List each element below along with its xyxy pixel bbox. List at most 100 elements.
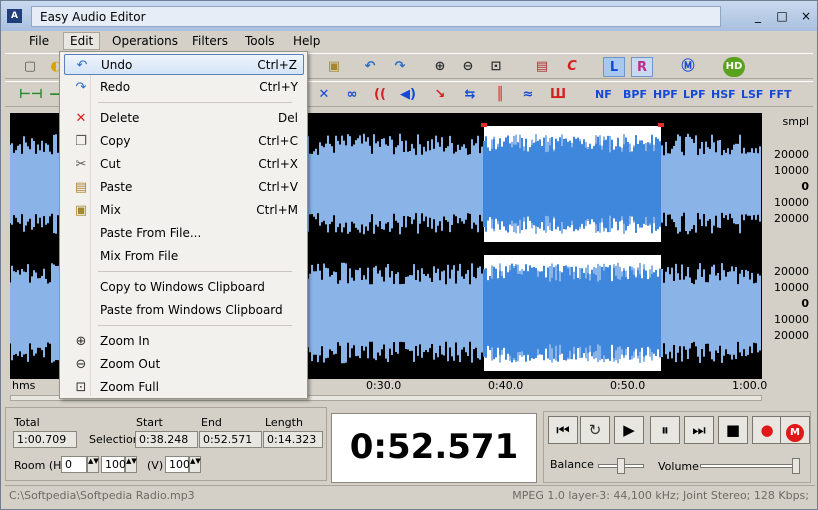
transport-panel: ⏮ ↻ ▶ ⏸ ⏭ ■ ● M Balance Volume — [543, 411, 811, 483]
room-h-end-spinner[interactable]: ▲▼ — [125, 456, 137, 473]
undo-icon: ↶ — [76, 58, 88, 73]
menu-item-zoom-full[interactable]: ⊡ Zoom Full — [64, 377, 304, 398]
menu-separator — [98, 271, 292, 272]
silence-icon[interactable]: Ш — [547, 85, 569, 105]
zoom-full-toolbar-icon[interactable]: ⊡ — [485, 57, 507, 77]
time-tick-label: 0:40.0 — [488, 379, 524, 392]
help-disc-icon[interactable]: HD — [723, 57, 745, 77]
equalizer-icon[interactable]: ║ — [489, 85, 511, 105]
edit-menu-dropdown: ↶ Undo Ctrl+Z ↷ Redo Ctrl+Y ✕ Delete Del ❐ Copy… — [59, 51, 308, 399]
menu-tools[interactable]: Tools — [245, 34, 275, 48]
pause-button[interactable]: ⏸ — [650, 416, 680, 444]
room-h-end-field[interactable]: 100 — [101, 456, 126, 473]
reverb-icon[interactable]: (( — [369, 85, 391, 105]
filter-lsf-button[interactable]: LSF — [741, 85, 763, 105]
filter-nf-button[interactable]: NF — [595, 85, 612, 105]
selection-length-field[interactable]: 0:14.323 — [263, 431, 323, 448]
volume-slider[interactable] — [700, 464, 800, 468]
volume-label: Volume — [658, 460, 699, 473]
fade-icon[interactable]: ↘ — [429, 85, 451, 105]
menu-item-paste[interactable]: ▤ Paste Ctrl+V — [64, 177, 304, 198]
marker-icon[interactable]: Ⓜ — [677, 57, 699, 77]
room-v-field[interactable]: 100 — [165, 456, 190, 473]
menu-help[interactable]: Help — [293, 34, 320, 48]
menu-item-redo[interactable]: ↷ Redo Ctrl+Y — [64, 77, 304, 98]
echo-icon[interactable]: ∞ — [341, 85, 363, 105]
menu-file[interactable]: File — [29, 34, 49, 48]
new-file-icon[interactable]: ▢ — [19, 57, 41, 77]
minimize-button[interactable]: _ — [747, 7, 769, 25]
scale-label: 10000 — [774, 196, 809, 209]
volume-slider-thumb[interactable] — [792, 458, 800, 474]
selection-start-marker[interactable] — [481, 123, 487, 127]
time-tick-label: 0:30.0 — [366, 379, 402, 392]
menu-item-zoom-out[interactable]: ⊖ Zoom Out — [64, 354, 304, 375]
monitor-button[interactable]: M — [780, 416, 810, 444]
time-tick-label: 0:50.0 — [610, 379, 646, 392]
close-button[interactable]: × — [795, 7, 817, 25]
redo-icon: ↷ — [75, 80, 87, 95]
amplify-icon[interactable]: ◀) — [397, 85, 419, 105]
scale-label: 0 — [801, 297, 809, 310]
filter-hpf-button[interactable]: HPF — [653, 85, 678, 105]
menu-item-undo[interactable]: ↶ Undo Ctrl+Z — [64, 54, 304, 75]
scale-label: 10000 — [774, 164, 809, 177]
channel-left-button[interactable]: L — [603, 57, 625, 77]
undo-toolbar-icon[interactable]: ↶ — [359, 57, 381, 77]
maximize-button[interactable]: □ — [771, 7, 793, 25]
menu-item-zoom-in[interactable]: ⊕ Zoom In — [64, 331, 304, 352]
play-button[interactable]: ▶ — [614, 416, 644, 444]
balance-slider-thumb[interactable] — [617, 458, 625, 474]
convert-icon[interactable]: ▤ — [531, 57, 553, 77]
menu-item-copy-to-clipboard[interactable]: Copy to Windows Clipboard — [64, 277, 304, 298]
zoom-in-toolbar-icon[interactable]: ⊕ — [429, 57, 451, 77]
menu-item-copy[interactable]: ❐ Copy Ctrl+C — [64, 131, 304, 152]
menu-filters[interactable]: Filters — [192, 34, 228, 48]
scale-label: 20000 — [774, 148, 809, 161]
total-field: 1:00.709 — [13, 431, 77, 448]
room-v-spinner[interactable]: ▲▼ — [189, 456, 201, 473]
scale-label: 20000 — [774, 212, 809, 225]
selection-end-field[interactable]: 0:52.571 — [199, 431, 262, 448]
menu-item-mix[interactable]: ▣ Mix Ctrl+M — [64, 200, 304, 221]
select-all-icon[interactable]: ⊢⊣ — [19, 85, 43, 105]
c-icon[interactable]: C — [561, 57, 583, 77]
menu-item-paste-from-file[interactable]: Paste From File... — [64, 223, 304, 244]
status-bar: C:\Softpedia\Softpedia Radio.mp3 MPEG 1.… — [5, 485, 815, 507]
selection-start-field[interactable]: 0:38.248 — [135, 431, 198, 448]
menu-item-delete[interactable]: ✕ Delete Del — [64, 108, 304, 129]
go-to-start-button[interactable]: ⏮ — [548, 416, 578, 444]
channel-right-button[interactable]: R — [631, 57, 653, 77]
reverse-icon[interactable]: ⇆ — [459, 85, 481, 105]
mix-paste-icon[interactable]: ▣ — [323, 57, 345, 77]
menu-item-paste-from-clipboard[interactable]: Paste from Windows Clipboard — [64, 300, 304, 321]
scale-label: 20000 — [774, 329, 809, 342]
go-to-end-button[interactable]: ⏭ — [684, 416, 714, 444]
scale-label: 0 — [801, 180, 809, 193]
status-format: MPEG 1.0 layer-3: 44,100 kHz; Joint Ster… — [512, 489, 809, 502]
fft-button[interactable]: FFT — [769, 85, 792, 105]
record-button[interactable]: ● — [752, 416, 782, 444]
redo-toolbar-icon[interactable]: ↷ — [389, 57, 411, 77]
room-h-start-field[interactable]: 0 — [61, 456, 87, 473]
expand-icon[interactable]: ✕ — [313, 85, 335, 105]
filter-lpf-button[interactable]: LPF — [683, 85, 706, 105]
menu-operations[interactable]: Operations — [112, 34, 178, 48]
selection-label: Selection — [89, 433, 140, 446]
room-v-label: (V) — [147, 459, 164, 472]
stop-button[interactable]: ■ — [718, 416, 748, 444]
menu-item-cut[interactable]: ✂ Cut Ctrl+X — [64, 154, 304, 175]
play-loop-button[interactable]: ↻ — [580, 416, 610, 444]
room-h-start-spinner[interactable]: ▲▼ — [87, 456, 99, 473]
filter-hsf-button[interactable]: HSF — [711, 85, 736, 105]
normalize-icon[interactable]: ≈ — [517, 85, 539, 105]
room-h-label: Room (H) — [14, 459, 66, 472]
menu-edit[interactable]: Edit — [63, 32, 101, 50]
selection-end-marker[interactable] — [658, 123, 664, 127]
filter-bpf-button[interactable]: BPF — [623, 85, 647, 105]
mix-icon: ▣ — [74, 203, 88, 218]
time-tick-label: 1:00.0 — [732, 379, 768, 392]
menu-item-mix-from-file[interactable]: Mix From File — [64, 246, 304, 267]
zoom-out-toolbar-icon[interactable]: ⊖ — [457, 57, 479, 77]
app-icon: A — [7, 9, 22, 23]
